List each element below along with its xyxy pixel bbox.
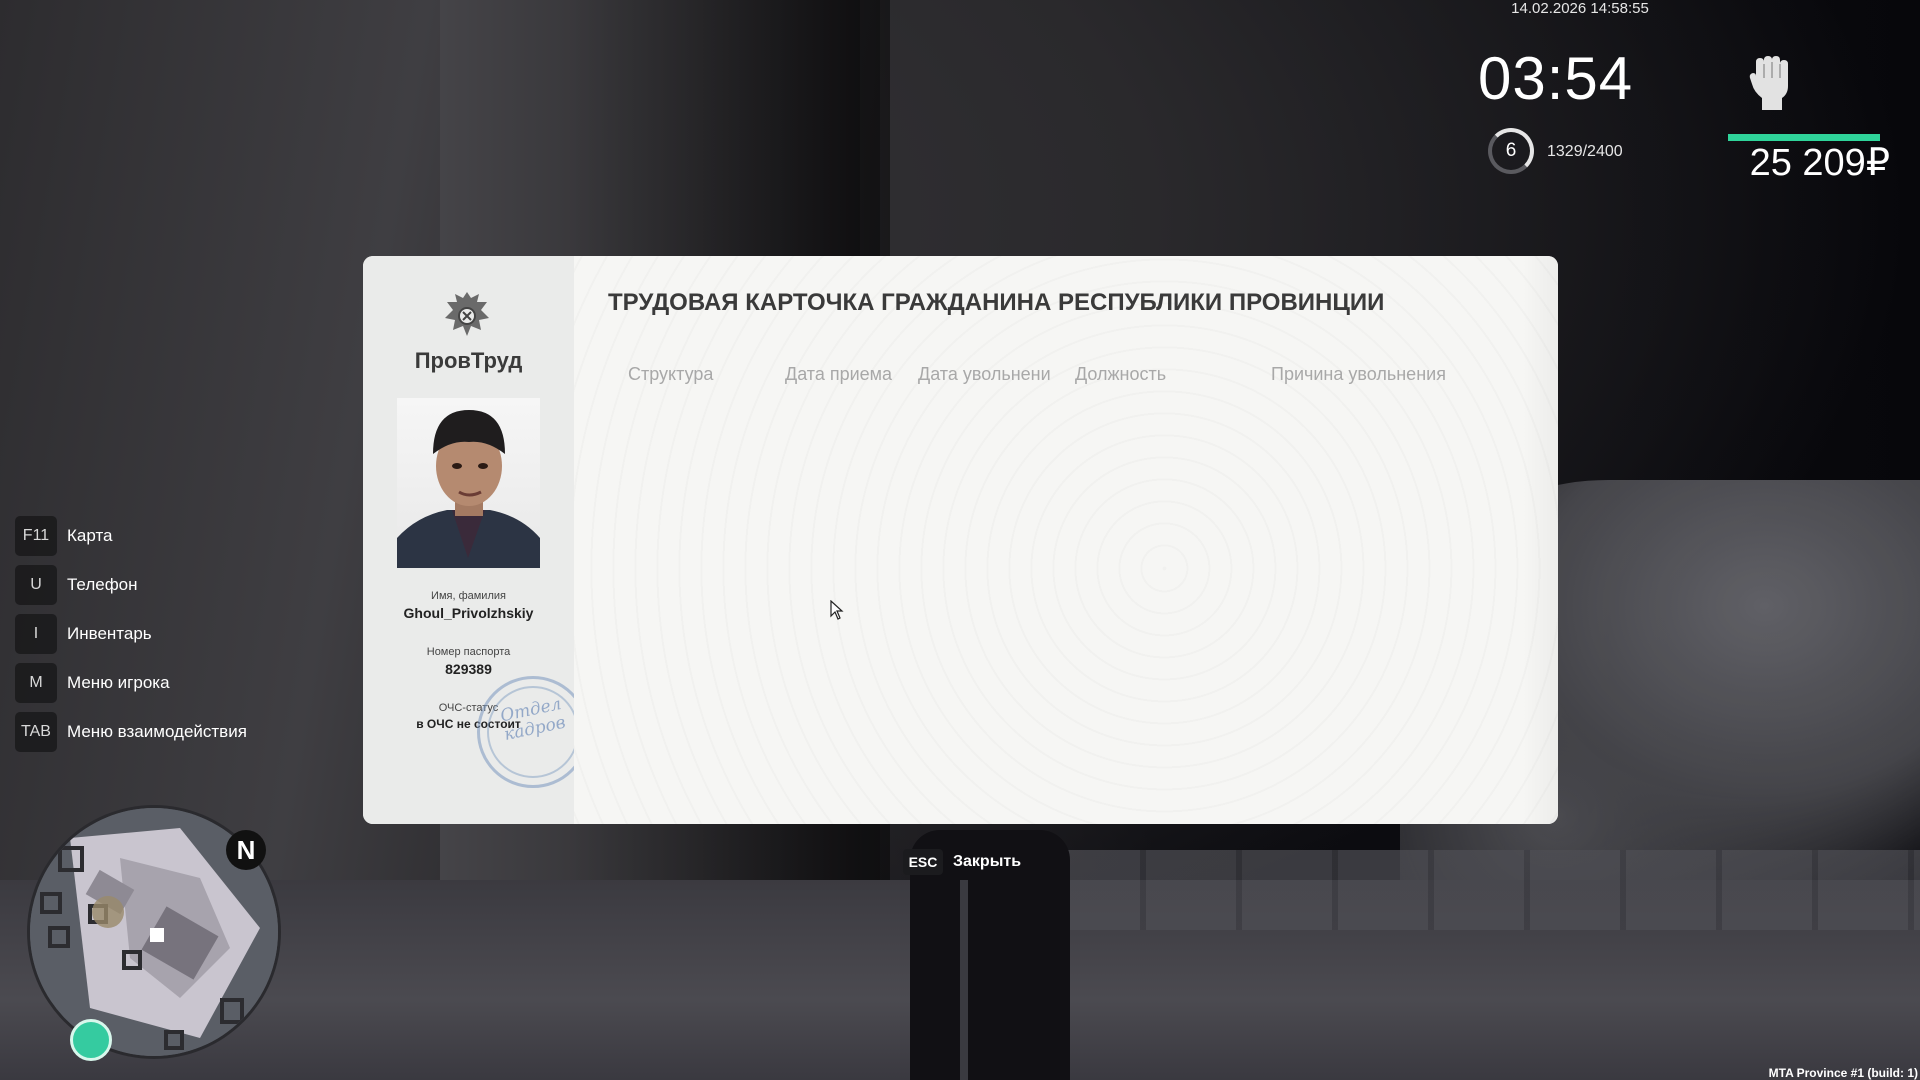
hotkey-label: Инвентарь: [67, 624, 152, 643]
card-profile-panel: ПровТруд Имя, фамилия Ghoul_Privolzhskiy…: [363, 256, 589, 824]
character-photo: [397, 398, 540, 568]
hr-stamp: Отдел кадров: [477, 676, 589, 788]
name-label: Имя, фамилия: [431, 590, 506, 602]
hotkey-list: F11 Карта U Телефон I Инвентарь M Меню и…: [15, 516, 247, 761]
fist-icon: [1749, 56, 1788, 110]
player-character-stripe: [960, 880, 968, 1080]
mouse-cursor-icon: [830, 600, 844, 620]
level-indicator: 6: [1488, 128, 1534, 174]
column-header-structure: Структура: [628, 364, 714, 384]
build-info: MTA Province #1 (build: 1): [1768, 1066, 1918, 1080]
coat-of-arms-icon: [445, 292, 489, 336]
column-header-dismissal-reason: Причина увольнения: [1271, 364, 1446, 384]
employment-card: ПровТруд Имя, фамилия Ghoul_Privolzhskiy…: [363, 256, 1558, 824]
hotkey-key: F11: [15, 516, 57, 556]
card-edge-ornament: [1522, 256, 1558, 824]
hud-datetime: 14.02.2026 14:58:55: [1511, 0, 1649, 17]
hotkey-label: Меню игрока: [67, 673, 170, 692]
card-records-panel: ТРУДОВАЯ КАРТОЧКА ГРАЖДАНИНА РЕСПУБЛИКИ …: [574, 256, 1558, 824]
hotkey-player-menu[interactable]: M Меню игрока: [15, 663, 247, 703]
bus-icon: [70, 1019, 112, 1061]
passport-label: Номер паспорта: [426, 646, 511, 658]
hotkey-interaction-menu[interactable]: TAB Меню взаимодействия: [15, 712, 247, 752]
hotkey-key: TAB: [15, 712, 57, 752]
hotkey-key: U: [15, 565, 57, 605]
scene-fence: [1050, 850, 1920, 930]
hotkey-key: M: [15, 663, 57, 703]
hotkey-label: Карта: [67, 526, 113, 545]
org-name: ПровТруд: [414, 348, 523, 373]
close-hint[interactable]: ESC Закрыть: [903, 849, 1021, 875]
character-portrait: [397, 410, 540, 568]
north-indicator: N: [226, 830, 266, 870]
hotkey-label: Телефон: [67, 575, 138, 594]
esc-key[interactable]: ESC: [903, 849, 943, 875]
name-value: Ghoul_Privolzhskiy: [403, 605, 534, 621]
money-balance: 25 209₽: [1749, 142, 1890, 184]
passport-value: 829389: [445, 661, 492, 677]
column-header-position: Должность: [1075, 364, 1167, 384]
xp-counter: 1329/2400: [1547, 143, 1623, 160]
hotkey-inventory[interactable]: I Инвентарь: [15, 614, 247, 654]
hotkey-label: Меню взаимодействия: [67, 722, 247, 741]
hotkey-phone[interactable]: U Телефон: [15, 565, 247, 605]
column-header-dismissal-date: Дата увольнени: [918, 364, 1051, 384]
close-button[interactable]: Закрыть: [953, 853, 1021, 871]
card-title: ТРУДОВАЯ КАРТОЧКА ГРАЖДАНИНА РЕСПУБЛИКИ …: [608, 289, 1385, 316]
hud-clock: 03:54: [1478, 45, 1634, 112]
hotkey-map[interactable]: F11 Карта: [15, 516, 247, 556]
column-header-hire-date: Дата приема: [785, 364, 893, 384]
hotkey-key: I: [15, 614, 57, 654]
